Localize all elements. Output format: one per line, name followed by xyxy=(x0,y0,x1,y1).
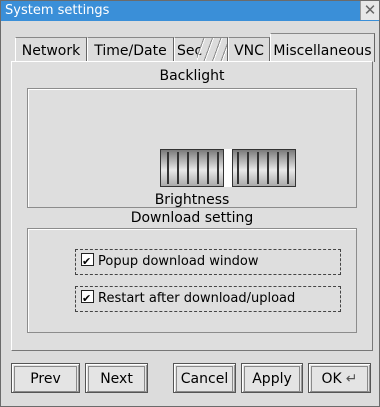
slider-tick xyxy=(287,152,289,184)
brightness-label: Brightness xyxy=(154,192,230,208)
brightness-slider-thumb[interactable] xyxy=(223,149,233,187)
prev-button[interactable]: Prev xyxy=(11,363,80,393)
cancel-button[interactable]: Cancel xyxy=(173,363,236,393)
close-icon: ✕ xyxy=(363,1,377,19)
tab-vnc[interactable]: VNC xyxy=(228,37,270,61)
window-title: System settings xyxy=(5,3,110,18)
slider-tick xyxy=(267,152,269,184)
slider-tick xyxy=(207,152,209,184)
popup-download-window-option[interactable]: Popup download window xyxy=(75,249,341,275)
close-button[interactable]: ✕ xyxy=(360,1,379,20)
restart-after-download-label: Restart after download/upload xyxy=(98,291,296,306)
tab-miscellaneous[interactable]: Miscellaneous xyxy=(270,33,375,62)
download-setting-group: Popup download window Restart after down… xyxy=(27,228,357,333)
slider-tick xyxy=(277,152,279,184)
slider-tick xyxy=(187,152,189,184)
ok-button-label: OK xyxy=(321,371,342,387)
prev-button-label: Prev xyxy=(30,371,61,387)
slider-tick xyxy=(237,152,239,184)
cancel-button-label: Cancel xyxy=(180,371,229,387)
ok-button[interactable]: OK ↵ xyxy=(308,363,371,393)
next-button-label: Next xyxy=(100,371,133,387)
return-icon: ↵ xyxy=(345,371,358,387)
backlight-group: Brightness xyxy=(27,88,357,208)
tab-security-label: Sec xyxy=(177,43,203,59)
tab-time-date-label: Time/Date xyxy=(94,43,167,59)
slider-tick xyxy=(197,152,199,184)
tab-miscellaneous-label: Miscellaneous xyxy=(273,43,372,59)
slider-tick xyxy=(247,152,249,184)
miscellaneous-panel: Backlight Brightness Download setting Po… xyxy=(11,61,373,351)
slider-tick xyxy=(257,152,259,184)
apply-button[interactable]: Apply xyxy=(241,363,303,393)
apply-button-label: Apply xyxy=(252,371,292,387)
brightness-slider[interactable] xyxy=(160,149,296,187)
system-settings-window: System settings ✕ Network Time/Date Sec … xyxy=(0,0,380,407)
tab-network-label: Network xyxy=(21,43,81,59)
slider-tick xyxy=(177,152,179,184)
next-button[interactable]: Next xyxy=(85,363,148,393)
tab-bar: Network Time/Date Sec VNC Miscellaneous xyxy=(15,33,375,62)
slider-tick xyxy=(167,152,169,184)
tab-vnc-label: VNC xyxy=(234,43,264,59)
tab-network[interactable]: Network xyxy=(15,37,87,61)
tab-security[interactable]: Sec xyxy=(174,37,228,61)
popup-download-window-checkbox[interactable] xyxy=(81,250,94,274)
restart-after-download-checkbox[interactable] xyxy=(81,287,94,311)
tab-time-date[interactable]: Time/Date xyxy=(87,37,174,61)
backlight-title: Backlight xyxy=(159,68,225,84)
title-bar: System settings ✕ xyxy=(1,1,379,21)
download-setting-title: Download setting xyxy=(130,210,254,226)
slider-tick xyxy=(217,152,219,184)
popup-download-window-label: Popup download window xyxy=(98,254,259,269)
restart-after-download-option[interactable]: Restart after download/upload xyxy=(75,286,341,312)
